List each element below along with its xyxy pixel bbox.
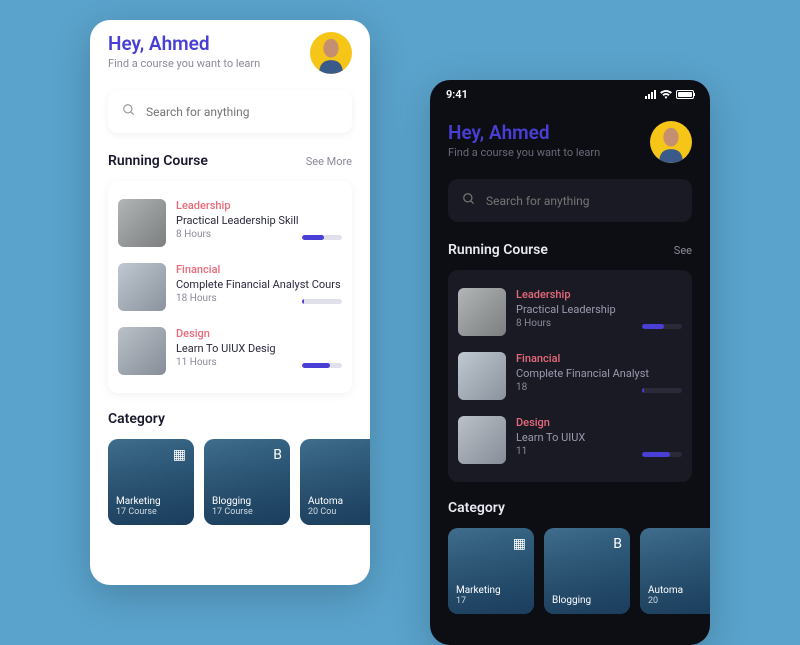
avatar[interactable] — [310, 32, 352, 74]
course-thumb — [458, 288, 506, 336]
greeting-text: Hey, Ahmed — [108, 32, 260, 55]
course-hours: 18 Hours — [176, 293, 217, 304]
course-tag: Design — [176, 327, 342, 340]
course-tag: Design — [516, 416, 682, 429]
course-hours: 18 — [516, 382, 527, 393]
search-input[interactable] — [486, 194, 678, 208]
header: Hey, Ahmed Find a course you want to lea… — [108, 32, 352, 74]
course-hours: 11 — [516, 446, 527, 457]
course-tag: Financial — [176, 263, 342, 276]
progress-bar — [302, 363, 342, 368]
category-card[interactable]: ▦ Marketing 17 Course — [108, 439, 194, 525]
category-count: 20 — [648, 596, 710, 606]
category-count: 17 Course — [212, 507, 282, 517]
course-tag: Leadership — [516, 288, 682, 301]
category-name: Marketing — [116, 496, 186, 507]
category-card[interactable]: B Blogging 17 Course — [204, 439, 290, 525]
course-item[interactable]: Design Learn To UIUX 11 — [458, 408, 682, 472]
greeting-text: Hey, Ahmed — [448, 121, 600, 144]
search-box[interactable] — [448, 179, 692, 222]
category-card[interactable]: Automa 20 — [640, 528, 710, 614]
subtitle-text: Find a course you want to learn — [448, 146, 600, 159]
category-name: Blogging — [552, 595, 622, 606]
progress-bar — [642, 324, 682, 329]
search-icon — [462, 191, 476, 210]
category-row: ▦ Marketing 17 B Blogging Automa 20 — [448, 528, 692, 614]
blog-icon: B — [613, 536, 622, 552]
running-title: Running Course — [448, 242, 548, 258]
course-tag: Leadership — [176, 199, 342, 212]
course-hours: 11 Hours — [176, 357, 217, 368]
status-time: 9:41 — [446, 88, 468, 101]
course-thumb — [118, 327, 166, 375]
course-hours: 8 Hours — [516, 318, 551, 329]
progress-bar — [302, 235, 342, 240]
progress-bar — [642, 452, 682, 457]
signal-icon — [645, 90, 656, 99]
category-card[interactable]: Automa 20 Cou — [300, 439, 370, 525]
search-box[interactable] — [108, 90, 352, 133]
search-icon — [122, 102, 136, 121]
course-name: Learn To UIUX — [516, 431, 682, 444]
course-item[interactable]: Leadership Practical Leadership Skill 8 … — [118, 191, 342, 255]
category-card[interactable]: B Blogging — [544, 528, 630, 614]
category-head: Category — [108, 411, 352, 427]
header: Hey, Ahmed Find a course you want to lea… — [448, 121, 692, 163]
category-head: Category — [448, 500, 692, 516]
category-name: Blogging — [212, 496, 282, 507]
category-row: ▦ Marketing 17 Course B Blogging 17 Cour… — [108, 439, 352, 525]
running-head: Running Course See More — [108, 153, 352, 169]
battery-icon — [676, 90, 694, 99]
running-card: Leadership Practical Leadership 8 Hours … — [448, 270, 692, 482]
running-head: Running Course See — [448, 242, 692, 258]
course-name: Complete Financial Analyst Cours — [176, 278, 342, 291]
category-name: Automa — [308, 496, 370, 507]
phone-dark-mockup: 9:41 Hey, Ahmed Find a course you want t… — [430, 80, 710, 645]
status-bar: 9:41 — [430, 80, 710, 109]
category-card[interactable]: ▦ Marketing 17 — [448, 528, 534, 614]
course-item[interactable]: Financial Complete Financial Analyst Cou… — [118, 255, 342, 319]
chart-icon: ▦ — [513, 536, 526, 552]
course-tag: Financial — [516, 352, 682, 365]
course-name: Practical Leadership — [516, 303, 682, 316]
course-name: Complete Financial Analyst — [516, 367, 682, 380]
search-input[interactable] — [146, 105, 338, 119]
blog-icon: B — [273, 447, 282, 463]
category-title: Category — [108, 411, 165, 427]
category-name: Marketing — [456, 585, 526, 596]
avatar[interactable] — [650, 121, 692, 163]
progress-bar — [642, 388, 682, 393]
course-item[interactable]: Design Learn To UIUX Desig 11 Hours — [118, 319, 342, 383]
category-count: 17 Course — [116, 507, 186, 517]
course-thumb — [458, 416, 506, 464]
chart-icon: ▦ — [173, 447, 186, 463]
course-thumb — [458, 352, 506, 400]
see-more-link[interactable]: See More — [306, 155, 352, 168]
category-count: 17 — [456, 596, 526, 606]
course-name: Learn To UIUX Desig — [176, 342, 342, 355]
phone-light-mockup: Hey, Ahmed Find a course you want to lea… — [90, 20, 370, 585]
wifi-icon — [660, 90, 672, 99]
course-item[interactable]: Leadership Practical Leadership 8 Hours — [458, 280, 682, 344]
subtitle-text: Find a course you want to learn — [108, 57, 260, 70]
see-more-link[interactable]: See — [674, 244, 692, 257]
category-count: 20 Cou — [308, 507, 370, 517]
running-title: Running Course — [108, 153, 208, 169]
category-title: Category — [448, 500, 505, 516]
course-hours: 8 Hours — [176, 229, 211, 240]
course-item[interactable]: Financial Complete Financial Analyst 18 — [458, 344, 682, 408]
course-name: Practical Leadership Skill — [176, 214, 342, 227]
progress-bar — [302, 299, 342, 304]
running-card: Leadership Practical Leadership Skill 8 … — [108, 181, 352, 393]
course-thumb — [118, 199, 166, 247]
category-name: Automa — [648, 585, 710, 596]
course-thumb — [118, 263, 166, 311]
